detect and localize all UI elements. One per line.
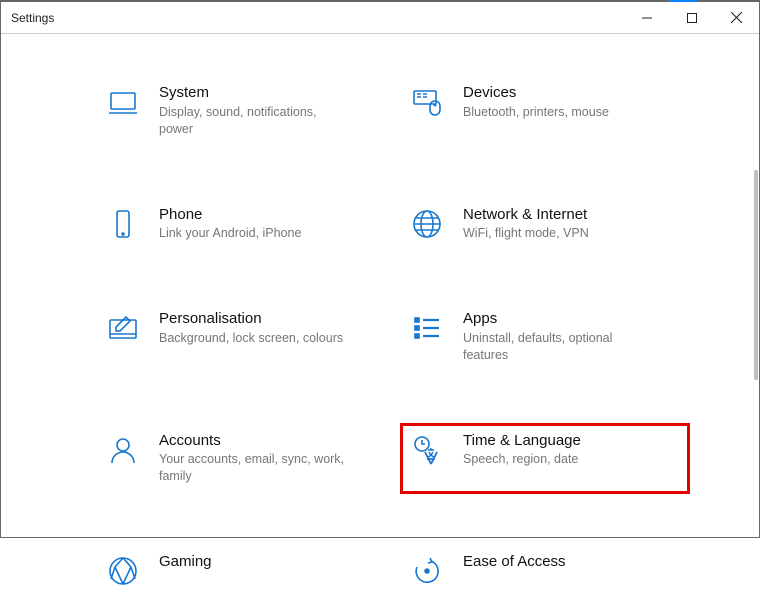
maximize-button[interactable] bbox=[669, 2, 714, 33]
settings-item-gaming[interactable]: Gaming bbox=[101, 549, 381, 593]
settings-item-ease-of-access[interactable]: Ease of Access bbox=[405, 549, 685, 593]
item-title: Personalisation bbox=[159, 310, 343, 329]
item-title: Apps bbox=[463, 310, 653, 329]
settings-grid: System Display, sound, notifications, po… bbox=[101, 80, 699, 593]
settings-item-accounts[interactable]: Accounts Your accounts, email, sync, wor… bbox=[101, 428, 381, 490]
item-title: Gaming bbox=[159, 553, 212, 572]
settings-item-network[interactable]: Network & Internet WiFi, flight mode, VP… bbox=[405, 202, 685, 247]
title-bar: Settings bbox=[1, 2, 759, 34]
ease-of-access-icon bbox=[409, 553, 445, 589]
item-title: Accounts bbox=[159, 432, 349, 451]
item-desc: Link your Android, iPhone bbox=[159, 225, 301, 242]
accounts-icon bbox=[105, 432, 141, 468]
system-icon bbox=[105, 84, 141, 120]
phone-icon bbox=[105, 206, 141, 242]
window-controls bbox=[624, 2, 759, 33]
time-language-icon bbox=[409, 432, 445, 468]
close-button[interactable] bbox=[714, 2, 759, 33]
item-desc: Background, lock screen, colours bbox=[159, 330, 343, 347]
vertical-scrollbar[interactable] bbox=[754, 170, 758, 380]
item-desc: Bluetooth, printers, mouse bbox=[463, 104, 609, 121]
network-icon bbox=[409, 206, 445, 242]
accent-bar bbox=[669, 0, 697, 2]
item-desc: Uninstall, defaults, optional features bbox=[463, 330, 653, 364]
gaming-icon bbox=[105, 553, 141, 589]
item-title: System bbox=[159, 84, 349, 103]
devices-icon bbox=[409, 84, 445, 120]
settings-item-phone[interactable]: Phone Link your Android, iPhone bbox=[101, 202, 381, 247]
item-desc: WiFi, flight mode, VPN bbox=[463, 225, 589, 242]
item-title: Network & Internet bbox=[463, 206, 589, 225]
apps-icon bbox=[409, 310, 445, 346]
item-desc: Speech, region, date bbox=[463, 451, 581, 468]
settings-item-devices[interactable]: Devices Bluetooth, printers, mouse bbox=[405, 80, 685, 142]
minimize-button[interactable] bbox=[624, 2, 669, 33]
item-title: Ease of Access bbox=[463, 553, 566, 572]
settings-item-system[interactable]: System Display, sound, notifications, po… bbox=[101, 80, 381, 142]
item-title: Devices bbox=[463, 84, 609, 103]
settings-item-apps[interactable]: Apps Uninstall, defaults, optional featu… bbox=[405, 306, 685, 368]
settings-item-personalisation[interactable]: Personalisation Background, lock screen,… bbox=[101, 306, 381, 368]
item-desc: Your accounts, email, sync, work, family bbox=[159, 451, 349, 485]
item-title: Phone bbox=[159, 206, 301, 225]
item-desc: Display, sound, notifications, power bbox=[159, 104, 349, 138]
item-title: Time & Language bbox=[463, 432, 581, 451]
personalisation-icon bbox=[105, 310, 141, 346]
settings-content: System Display, sound, notifications, po… bbox=[1, 34, 759, 537]
window-title: Settings bbox=[11, 11, 54, 25]
settings-item-time-language[interactable]: Time & Language Speech, region, date bbox=[405, 428, 685, 490]
